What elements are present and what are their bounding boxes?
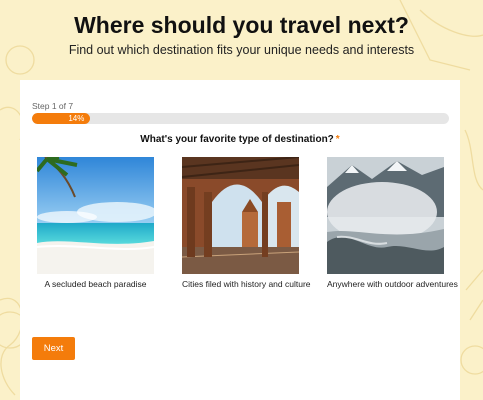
option-outdoors[interactable]: Anywhere with outdoor adventures xyxy=(327,157,458,289)
next-button[interactable]: Next xyxy=(32,337,75,360)
progress-bar-fill: 14% xyxy=(32,113,91,124)
misty-mountain-lake-photo xyxy=(327,157,444,274)
page-title: Where should you travel next? xyxy=(74,12,409,38)
progress-bar: 14% xyxy=(32,113,449,124)
option-beach[interactable]: A secluded beach paradise xyxy=(37,157,154,289)
question-label: What's your favorite type of destination… xyxy=(140,134,334,145)
step-indicator: Step 1 of 7 xyxy=(32,101,74,111)
tropical-beach-photo xyxy=(37,157,154,274)
required-marker: * xyxy=(335,134,340,145)
option-caption: Anywhere with outdoor adventures xyxy=(327,279,458,289)
progress-percent-label: 14% xyxy=(68,114,85,123)
page-subtitle: Find out which destination fits your uni… xyxy=(68,43,415,57)
option-caption: Cities filed with history and culture xyxy=(182,279,311,289)
option-caption: A secluded beach paradise xyxy=(44,279,147,289)
quiz-card: Step 1 of 7 14% What's your favorite typ… xyxy=(20,80,460,400)
option-city[interactable]: Cities filed with history and culture xyxy=(182,157,311,289)
historic-arcade-plaza-photo xyxy=(182,157,299,274)
question-text: What's your favorite type of destination… xyxy=(20,134,460,145)
